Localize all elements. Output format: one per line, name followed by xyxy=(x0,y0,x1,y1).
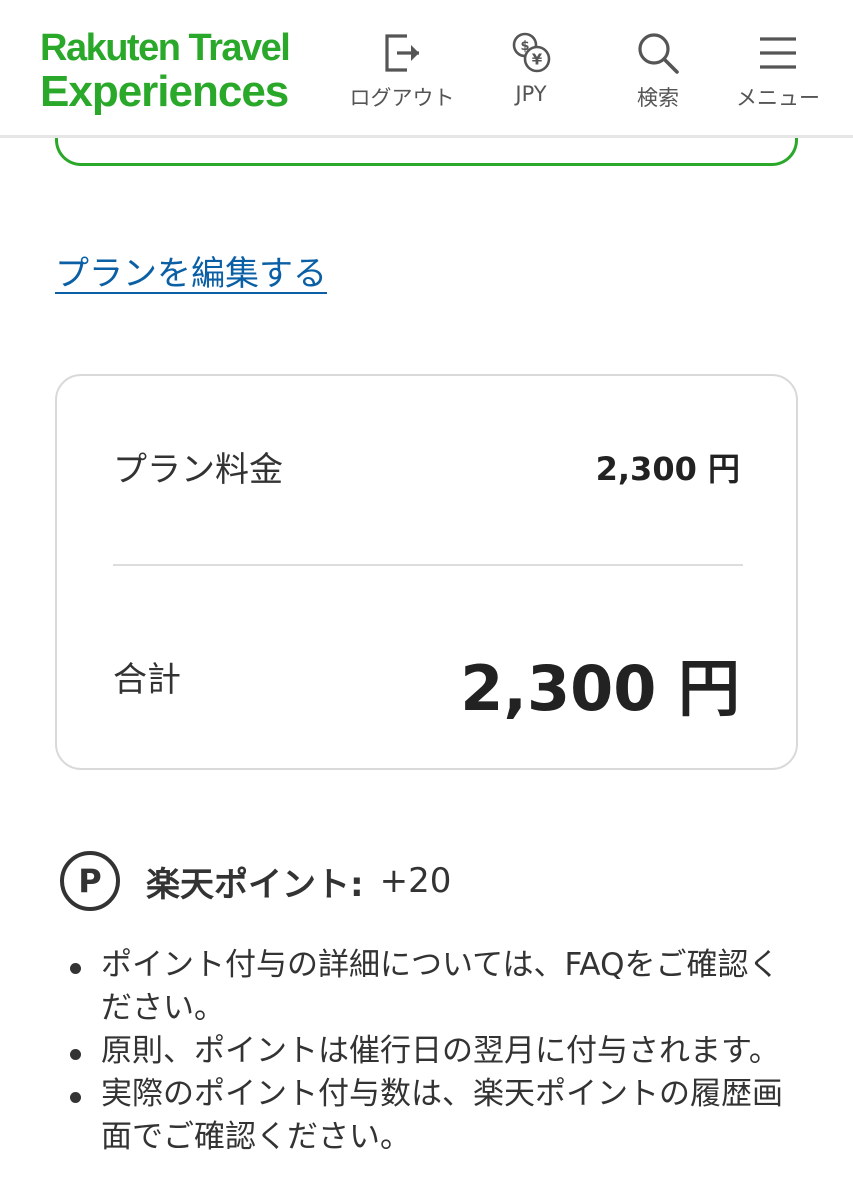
plan-fee-value: 2,300 円 xyxy=(595,450,740,488)
menu-label: メニュー xyxy=(736,86,820,110)
price-summary-card: プラン料金 2,300 円 合計 2,300 円 xyxy=(55,374,798,770)
points-value: +20 xyxy=(379,861,452,901)
search-label: 検索 xyxy=(637,86,679,110)
hamburger-menu-icon xyxy=(760,37,796,69)
rakuten-points-row: P 楽天ポイント: +20 xyxy=(60,850,451,912)
search-icon xyxy=(638,33,679,74)
logout-icon xyxy=(385,34,419,72)
search-button[interactable]: 検索 xyxy=(622,30,694,112)
currency-exchange-icon: $ ¥ xyxy=(512,32,551,73)
plan-fee-label: プラン料金 xyxy=(113,450,283,490)
total-value: 2,300 円 xyxy=(460,652,740,725)
currency-label: JPY xyxy=(515,82,547,106)
logout-label: ログアウト xyxy=(349,86,455,110)
currency-selector[interactable]: $ ¥ JPY xyxy=(496,30,566,106)
logout-button[interactable]: ログアウト xyxy=(346,30,458,112)
list-item: 実際のポイント付与数は、楽天ポイントの履歴画面でご確認ください。 xyxy=(68,1073,808,1159)
list-item: ポイント付与の詳細については、FAQをご確認ください。 xyxy=(68,944,808,1030)
logo-text-line2: Experiences xyxy=(40,67,289,116)
points-label: 楽天ポイント: xyxy=(146,864,364,905)
edit-plan-link[interactable]: プランを編集する xyxy=(55,246,327,295)
svg-text:¥: ¥ xyxy=(532,51,543,69)
menu-button[interactable]: メニュー xyxy=(730,30,826,112)
price-divider xyxy=(113,564,743,566)
app-header: Rakuten Travel Experiences ログアウト $ ¥ JPY… xyxy=(0,0,853,138)
total-label: 合計 xyxy=(113,660,181,700)
logo-text-line1: Rakuten Travel xyxy=(40,27,291,69)
list-item: 原則、ポイントは催行日の翌月に付与されます。 xyxy=(68,1030,808,1073)
rakuten-travel-experiences-logo[interactable]: Rakuten Travel Experiences xyxy=(40,27,291,116)
points-icon: P xyxy=(60,851,120,911)
points-notes-list: ポイント付与の詳細については、FAQをご確認ください。 原則、ポイントは催行日の… xyxy=(68,944,808,1159)
